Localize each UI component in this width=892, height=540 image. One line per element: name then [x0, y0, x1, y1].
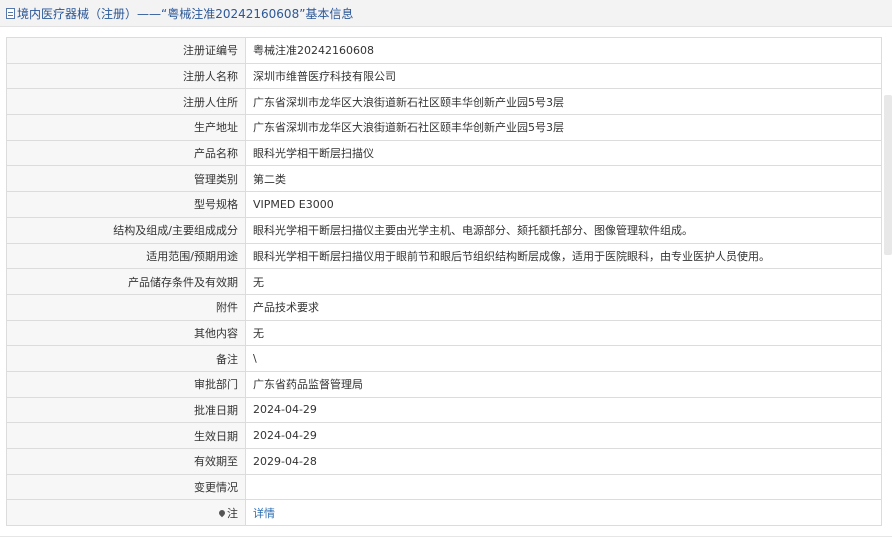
- row-value-storage: 无: [245, 268, 882, 295]
- table-row: 生产地址 广东省深圳市龙华区大浪街道新石社区颐丰华创新产业园5号3层: [6, 114, 882, 141]
- table-row: 注册证编号 粤械注准20242160608: [6, 37, 882, 64]
- row-label-model-spec: 型号规格: [6, 191, 246, 218]
- table-row: 有效期至 2029-04-28: [6, 448, 882, 475]
- table-row: 产品名称 眼科光学相干断层扫描仪: [6, 139, 882, 167]
- row-label-production-address: 生产地址: [6, 114, 246, 141]
- table-row: 变更情况: [6, 473, 882, 501]
- table-row: 型号规格 VIPMED E3000: [6, 191, 882, 218]
- table-row: 审批部门 广东省药品监督管理局: [6, 370, 882, 398]
- row-label-changes: 变更情况: [6, 473, 246, 501]
- page-title: 境内医疗器械（注册）——“粤械注准20242160608”基本信息: [17, 6, 354, 21]
- row-value-effective-date: 2024-04-29: [245, 422, 882, 449]
- row-value-registrant-name: 深圳市维普医疗科技有限公司: [245, 62, 882, 90]
- info-table: 注册证编号 粤械注准20242160608 注册人名称 深圳市维普医疗科技有限公司 …: [6, 37, 882, 527]
- table-row: 附件 产品技术要求: [6, 293, 882, 321]
- row-value-registrant-address: 广东省深圳市龙华区大浪街道新石社区颐丰华创新产业园5号3层: [245, 88, 882, 116]
- row-value-production-address: 广东省深圳市龙华区大浪街道新石社区颐丰华创新产业园5号3层: [245, 114, 882, 141]
- info-table-container: 注册证编号 粤械注准20242160608 注册人名称 深圳市维普医疗科技有限公司 …: [6, 37, 882, 527]
- table-row: 管理类别 第二类: [6, 165, 882, 193]
- row-value-other: 无: [245, 319, 882, 347]
- row-label-storage: 产品储存条件及有效期: [6, 268, 246, 295]
- table-row: 注册人名称 深圳市维普医疗科技有限公司: [6, 62, 882, 90]
- details-link[interactable]: 详情: [253, 507, 275, 520]
- table-row: 结构及组成/主要组成成分 眼科光学相干断层扫描仪主要由光学主机、电源部分、颏托额托…: [6, 216, 882, 244]
- row-label-remarks: 备注: [6, 345, 246, 372]
- table-row: 适用范围/预期用途 眼科光学相干断层扫描仪用于眼前节和眼后节组织结构断层成像，适用…: [6, 242, 882, 270]
- table-row: 批准日期 2024-04-29: [6, 396, 882, 424]
- table-row: 备注 \: [6, 345, 882, 372]
- pin-icon: [217, 508, 227, 517]
- row-label-management-category: 管理类别: [6, 165, 246, 193]
- scrollbar[interactable]: [884, 95, 892, 255]
- row-value-approval-dept: 广东省药品监督管理局: [245, 370, 882, 398]
- row-value-approval-date: 2024-04-29: [245, 396, 882, 424]
- table-row: 其他内容无: [6, 319, 882, 347]
- row-label-expiry-date: 有效期至: [6, 448, 246, 475]
- row-label-structure: 结构及组成/主要组成成分: [6, 216, 246, 244]
- row-value-intended-use: 眼科光学相干断层扫描仪用于眼前节和眼后节组织结构断层成像，适用于医院眼科，由专业…: [245, 242, 882, 270]
- table-row: 注册人住所 广东省深圳市龙华区大浪街道新石社区颐丰华创新产业园5号3层: [6, 88, 882, 116]
- row-value-changes: [245, 473, 882, 501]
- document-icon: [6, 7, 15, 19]
- divider: [0, 536, 892, 537]
- row-value-model-spec: VIPMED E3000: [245, 191, 882, 218]
- row-label-attachment: 附件: [6, 293, 246, 321]
- row-value-product-name: 眼科光学相干断层扫描仪: [245, 139, 882, 167]
- row-label-registration-number: 注册证编号: [6, 37, 246, 64]
- table-row: 生效日期 2024-04-29: [6, 422, 882, 449]
- row-label-effective-date: 生效日期: [6, 422, 246, 449]
- note-label: 注: [227, 506, 238, 520]
- row-label-note: 注: [6, 499, 246, 527]
- row-value-structure: 眼科光学相干断层扫描仪主要由光学主机、电源部分、颏托额托部分、图像管理软件组成。: [245, 216, 882, 244]
- row-value-attachment: 产品技术要求: [245, 293, 882, 321]
- table-row: 注 详情: [6, 499, 882, 527]
- row-label-registrant-name: 注册人名称: [6, 62, 246, 90]
- page-header: 境内医疗器械（注册）——“粤械注准20242160608”基本信息: [0, 0, 892, 27]
- row-label-other: 其他内容: [6, 319, 246, 347]
- row-value-note: 详情: [245, 499, 882, 527]
- row-label-product-name: 产品名称: [6, 139, 246, 167]
- row-label-approval-dept: 审批部门: [6, 370, 246, 398]
- row-label-registrant-address: 注册人住所: [6, 88, 246, 116]
- row-value-expiry-date: 2029-04-28: [245, 448, 882, 475]
- row-label-intended-use: 适用范围/预期用途: [6, 242, 246, 270]
- row-value-remarks: \: [245, 345, 882, 372]
- row-value-management-category: 第二类: [245, 165, 882, 193]
- table-row: 产品储存条件及有效期无: [6, 268, 882, 295]
- row-value-registration-number: 粤械注准20242160608: [245, 37, 882, 64]
- row-label-approval-date: 批准日期: [6, 396, 246, 424]
